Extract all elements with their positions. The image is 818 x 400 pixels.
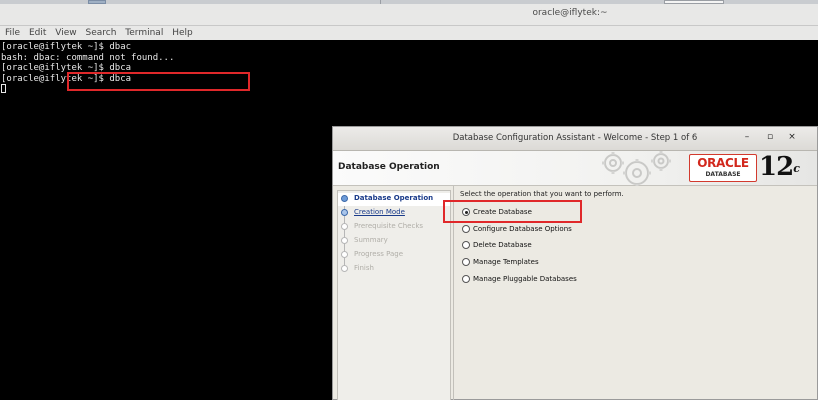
terminal-line: [oracle@iflytek ~]$ dbac [1,42,132,52]
menu-file[interactable]: File [5,26,20,40]
version-badge: 12c [759,152,800,182]
menu-search[interactable]: Search [85,26,116,40]
step-indicator-icon [341,209,348,216]
option-label: Manage Pluggable Databases [473,275,577,283]
dialog-titlebar[interactable]: Database Configuration Assistant - Welco… [333,127,817,151]
highlight-box-create-database [443,200,582,223]
maximize-button[interactable]: ▫ [764,132,776,142]
step-indicator-icon [341,237,348,244]
step-creation-mode[interactable]: Creation Mode [338,207,450,219]
terminal-titlebar[interactable]: oracle@iflytek:~ [0,4,818,26]
step-database-operation[interactable]: Database Operation [338,193,450,206]
step-summary: Summary [338,235,450,247]
option-label: Delete Database [473,241,532,249]
step-label: Prerequisite Checks [354,222,424,230]
step-indicator-icon [341,265,348,272]
menu-edit[interactable]: Edit [29,26,46,40]
dbca-dialog: Database Configuration Assistant - Welco… [332,126,818,400]
banner-title: Database Operation [338,162,440,172]
step-indicator-icon [341,223,348,230]
step-label: Progress Page [354,250,404,258]
terminal-window-title: oracle@iflytek:~ [532,8,608,18]
text-cursor [1,84,6,93]
step-indicator-icon [341,251,348,258]
step-label: Summary [354,236,388,244]
minimize-button[interactable]: – [741,132,753,142]
menu-help[interactable]: Help [172,26,193,40]
close-button[interactable]: × [786,132,798,142]
radio-button[interactable] [462,258,470,266]
highlight-box-command [67,72,250,91]
operation-prompt: Select the operation that you want to pe… [460,190,624,198]
radio-button[interactable] [462,275,470,283]
step-indicator-icon [341,195,348,202]
step-finish: Finish [338,263,450,275]
oracle-brand-text: ORACLE [697,156,749,170]
option-label: Configure Database Options [473,225,572,233]
oracle-logo: ORACLE DATABASE [689,154,757,182]
terminal-line: bash: dbac: command not found... [1,52,175,63]
version-number: 12 [759,152,794,182]
step-progress-page: Progress Page [338,249,450,261]
step-label: Creation Mode [354,208,405,216]
oracle-database-text: DATABASE [705,171,741,178]
option-label: Manage Templates [473,258,539,266]
radio-button[interactable] [462,241,470,249]
step-label: Finish [354,264,374,272]
menu-view[interactable]: View [55,26,76,40]
version-suffix: c [793,162,800,175]
dialog-banner: Database Operation ORACLE DATABASE 12c [333,151,817,186]
step-label: Database Operation [354,194,434,202]
terminal-menubar: File Edit View Search Terminal Help [0,26,818,40]
gears-icon [602,151,671,186]
menu-terminal[interactable]: Terminal [125,26,163,40]
desktop: oracle@iflytek:~ File Edit View Search T… [0,0,818,400]
radio-button[interactable] [462,225,470,233]
step-prerequisite-checks: Prerequisite Checks [338,221,450,233]
steps-navigation: Database Operation Creation Mode Prerequ… [337,190,451,400]
